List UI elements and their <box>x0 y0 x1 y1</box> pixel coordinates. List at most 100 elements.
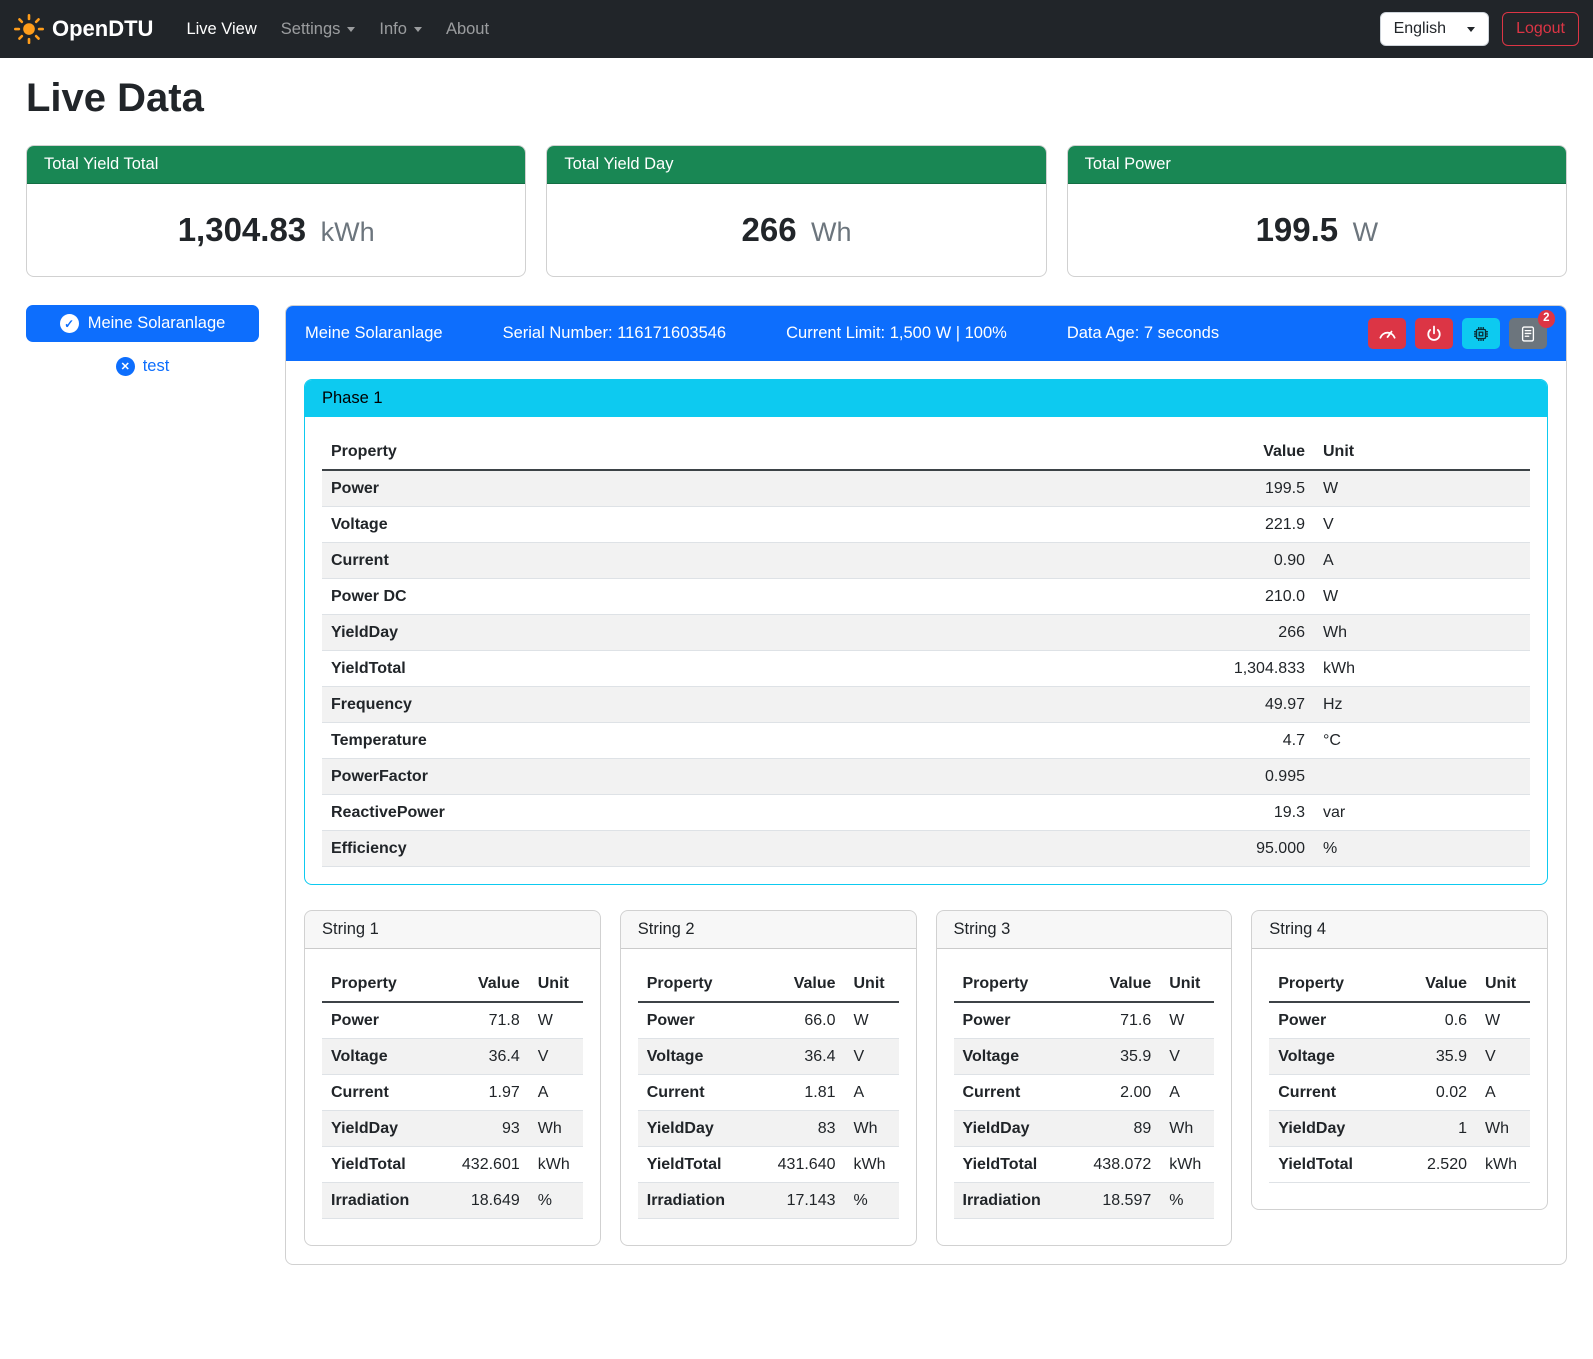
summary-card-title: Total Yield Day <box>547 146 1045 184</box>
property-cell: Efficiency <box>322 831 914 867</box>
summary-card-title: Total Yield Total <box>27 146 525 184</box>
property-cell: YieldDay <box>638 1111 754 1147</box>
unit-cell: °C <box>1314 723 1530 759</box>
serial-number: Serial Number: 116171603546 <box>503 324 727 343</box>
sidebar-item-test[interactable]: ✕ test <box>26 357 259 376</box>
value-cell: 221.9 <box>914 507 1314 543</box>
unit-cell: % <box>845 1183 899 1219</box>
table-row: YieldTotal431.640kWh <box>638 1147 899 1183</box>
value-cell: 0.6 <box>1395 1002 1476 1039</box>
table-row: YieldTotal1,304.833kWh <box>322 651 1530 687</box>
property-cell: PowerFactor <box>322 759 914 795</box>
summary-card-body: 266 Wh <box>547 184 1045 276</box>
string-card-title: String 3 <box>937 911 1232 949</box>
property-cell: Current <box>322 543 914 579</box>
value-cell: 36.4 <box>438 1039 529 1075</box>
value-cell: 71.6 <box>1069 1002 1160 1039</box>
brand[interactable]: OpenDTU <box>14 14 153 44</box>
unit-cell: Wh <box>1160 1111 1214 1147</box>
property-cell: Voltage <box>322 507 914 543</box>
property-cell: Irradiation <box>322 1183 438 1219</box>
table-row: Power71.8W <box>322 1002 583 1039</box>
unit-cell: Wh <box>1476 1111 1530 1147</box>
table-row: YieldDay1Wh <box>1269 1111 1530 1147</box>
value-cell: 438.072 <box>1069 1147 1160 1183</box>
journal-icon <box>1519 325 1537 343</box>
device-info-button[interactable] <box>1462 318 1500 349</box>
nav-item-about[interactable]: About <box>437 12 498 47</box>
summary-card-body: 199.5 W <box>1068 184 1566 276</box>
table-row: Power0.6W <box>1269 1002 1530 1039</box>
phase-card: Phase 1 Property Value Unit Power199.5WV… <box>304 379 1548 885</box>
summary-card-total-yield-day: Total Yield Day 266 Wh <box>546 145 1046 277</box>
string-card-3: String 3 Property Value Unit <box>936 910 1233 1246</box>
string-table-body: Power0.6WVoltage35.9VCurrent0.02AYieldDa… <box>1269 1002 1530 1183</box>
column-unit: Unit <box>1476 966 1530 1002</box>
brand-label: OpenDTU <box>52 16 153 42</box>
unit-cell: Hz <box>1314 687 1530 723</box>
table-row: Current0.90A <box>322 543 1530 579</box>
inverter-panel: Meine Solaranlage Serial Number: 1161716… <box>285 305 1567 1265</box>
column-property: Property <box>1269 966 1395 1002</box>
nav-item-label: Info <box>379 20 407 39</box>
string-card-title: String 4 <box>1252 911 1547 949</box>
limit-settings-button[interactable] <box>1368 318 1406 349</box>
nav-item-info[interactable]: Info <box>370 12 431 47</box>
inverter-panel-body: Phase 1 Property Value Unit Power199.5WV… <box>286 361 1566 1264</box>
value-cell: 4.7 <box>914 723 1314 759</box>
table-row: Current1.97A <box>322 1075 583 1111</box>
table-row: Irradiation18.649% <box>322 1183 583 1219</box>
table-header-row: Property Value Unit <box>1269 966 1530 1002</box>
value-cell: 2.520 <box>1395 1147 1476 1183</box>
sidebar-item-meine-solaranlage[interactable]: ✓ Meine Solaranlage <box>26 305 259 342</box>
table-row: YieldDay83Wh <box>638 1111 899 1147</box>
nav-item-live-view[interactable]: Live View <box>177 12 265 47</box>
power-control-button[interactable] <box>1415 318 1453 349</box>
property-cell: Voltage <box>322 1039 438 1075</box>
property-cell: YieldTotal <box>322 651 914 687</box>
table-row: YieldTotal432.601kWh <box>322 1147 583 1183</box>
summary-card-total-yield-total: Total Yield Total 1,304.83 kWh <box>26 145 526 277</box>
table-row: Frequency49.97Hz <box>322 687 1530 723</box>
nav-item-label: About <box>446 20 489 39</box>
language-select[interactable]: English <box>1380 12 1489 46</box>
value-cell: 89 <box>1069 1111 1160 1147</box>
string-card-body: Property Value Unit Power66.0WVoltage36.… <box>621 949 916 1245</box>
column-value: Value <box>438 966 529 1002</box>
unit-cell: W <box>1476 1002 1530 1039</box>
string-table-body: Power71.8WVoltage36.4VCurrent1.97AYieldD… <box>322 1002 583 1219</box>
strings-grid: String 1 Property Value Unit <box>304 910 1548 1246</box>
property-cell: Current <box>322 1075 438 1111</box>
property-cell: YieldDay <box>1269 1111 1395 1147</box>
string-card-body: Property Value Unit Power71.8WVoltage36.… <box>305 949 600 1245</box>
property-cell: YieldDay <box>954 1111 1070 1147</box>
property-cell: YieldTotal <box>954 1147 1070 1183</box>
summary-unit: kWh <box>321 217 375 247</box>
nav-item-settings[interactable]: Settings <box>272 12 365 47</box>
string-table: Property Value Unit Power66.0WVoltage36.… <box>638 966 899 1219</box>
property-cell: Temperature <box>322 723 914 759</box>
value-cell: 199.5 <box>914 470 1314 507</box>
string-card-2: String 2 Property Value Unit <box>620 910 917 1246</box>
string-table: Property Value Unit Power71.6WVoltage35.… <box>954 966 1215 1219</box>
event-log-button[interactable]: 2 <box>1509 318 1547 349</box>
value-cell: 266 <box>914 615 1314 651</box>
summary-card-title: Total Power <box>1068 146 1566 184</box>
event-count-badge: 2 <box>1538 310 1555 328</box>
string-card-body: Property Value Unit Power0.6WVoltage35.9… <box>1252 949 1547 1209</box>
property-cell: Current <box>1269 1075 1395 1111</box>
unit-cell: A <box>1476 1075 1530 1111</box>
inverter-meta: Meine Solaranlage Serial Number: 1161716… <box>305 324 1368 343</box>
value-cell: 93 <box>438 1111 529 1147</box>
cpu-icon <box>1472 325 1490 343</box>
summary-value: 1,304.83 <box>178 211 306 248</box>
logout-button[interactable]: Logout <box>1502 12 1579 46</box>
string-table: Property Value Unit Power71.8WVoltage36.… <box>322 966 583 1219</box>
string-card-title: String 2 <box>621 911 916 949</box>
table-header-row: Property Value Unit <box>322 434 1530 470</box>
unit-cell: W <box>1314 579 1530 615</box>
table-row: Current2.00A <box>954 1075 1215 1111</box>
nav-links: Live View Settings Info About <box>177 12 1379 47</box>
table-row: Voltage36.4V <box>322 1039 583 1075</box>
table-row: Power66.0W <box>638 1002 899 1039</box>
